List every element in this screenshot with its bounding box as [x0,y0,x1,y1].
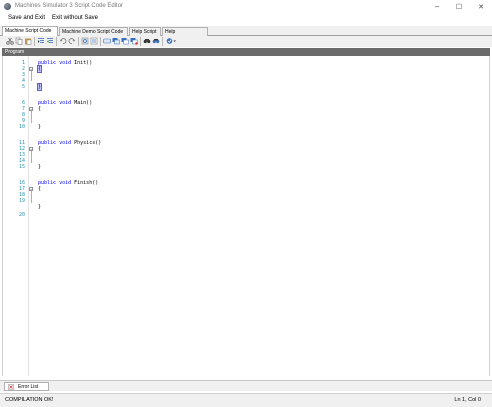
redo-icon[interactable] [68,37,76,45]
matched-brace: } [36,83,43,91]
comment-icon[interactable] [103,37,111,45]
copy-icon[interactable] [15,37,23,45]
menu-save-and-exit[interactable]: Save and Exit [8,15,45,21]
error-list-tab[interactable]: Error List [4,382,49,391]
code-line: { [38,186,42,192]
code-line: public void Physics() [38,140,102,146]
bottom-panel-tabs: Error List [0,380,492,391]
find-icon[interactable] [81,37,89,45]
code-line: public void Finish() [38,180,99,186]
code-line: } [38,124,42,130]
fold-guide [31,191,32,203]
code-line: { [38,106,42,112]
code-line: public void Init() [38,60,93,66]
line-number: 10 [18,124,25,130]
window-title: Machines Simulator 3 Script Code Editor [15,3,124,9]
line-number: 19 [18,198,25,204]
title-bar: Machines Simulator 3 Script Code Editor … [0,0,492,13]
code-editor[interactable]: 1 2 3 4 5 6 7 8 9 10 11 12 13 14 15 16 1… [2,56,490,376]
fold-guide [31,151,32,163]
toolbar-separator [78,37,79,46]
bookmark-prev-icon[interactable] [130,37,138,45]
line-number: 15 [18,164,25,170]
toolbar-separator [140,37,141,46]
maximize-button[interactable]: ☐ [448,0,470,13]
outdent-icon[interactable] [46,37,54,45]
cut-icon[interactable] [6,37,14,45]
close-button[interactable]: ✕ [470,0,492,13]
bookmark-icon[interactable] [121,37,129,45]
code-line: } [38,204,42,210]
toolbar-separator [162,37,163,46]
code-line: { [36,65,43,73]
search-icon[interactable] [143,37,151,45]
settings-dropdown-icon[interactable] [166,37,177,45]
line-number: 5 [21,84,25,90]
line-number: 20 [18,212,25,218]
fold-guide [31,71,32,81]
code-line: public void Main() [38,100,93,106]
toolbar [0,36,492,47]
tab-help-script[interactable]: Help Script [129,27,161,36]
tab-help-components[interactable]: Help Components [162,27,208,43]
fold-guide [31,111,32,123]
program-panel-header: Program [2,48,490,56]
matched-brace: { [36,65,43,73]
menu-bar: Save and Exit Exit without Save [0,13,492,25]
uncomment-icon[interactable] [112,37,120,45]
minimize-button[interactable]: – [426,0,448,13]
menu-exit-without-save[interactable]: Exit without Save [52,15,98,21]
indent-icon[interactable] [37,37,45,45]
cursor-position: Ln 1, Col 0 [454,397,481,403]
error-list-label: Error List [18,384,39,390]
search-next-icon[interactable] [152,37,160,45]
status-bar: COMPILATION OK! Ln 1, Col 0 [0,393,492,407]
toolbar-separator [56,37,57,46]
undo-icon[interactable] [59,37,67,45]
code-line: { [38,146,42,152]
toolbar-separator [100,37,101,46]
gutter-divider [28,56,29,376]
error-list-icon [8,384,14,390]
tab-machine-script-code[interactable]: Machine Script Code [2,26,58,36]
paste-icon[interactable] [24,37,32,45]
compilation-status: COMPILATION OK! [5,397,54,403]
app-icon [4,3,11,10]
code-line: } [38,164,42,170]
tab-machine-demo-script-code[interactable]: Machine Demo Script Code [59,27,128,36]
code-line: } [36,83,43,91]
replace-icon[interactable] [90,37,98,45]
tab-strip: Machine Script Code Machine Demo Script … [0,26,492,43]
toolbar-separator [34,37,35,46]
